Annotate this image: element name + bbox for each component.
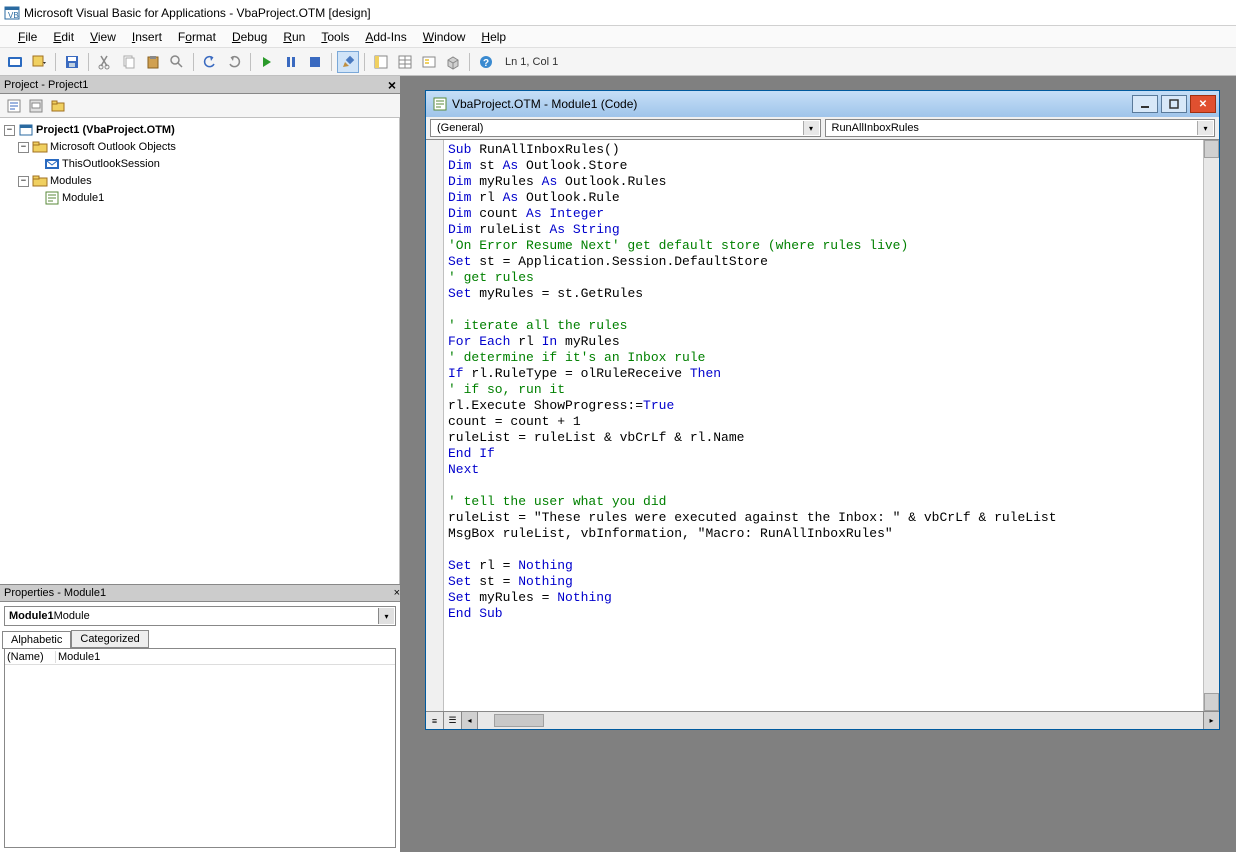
code-window: VbaProject.OTM - Module1 (Code) ✕ (Gener… — [425, 90, 1220, 730]
code-window-title: VbaProject.OTM - Module1 (Code) — [452, 97, 637, 111]
menubar: File Edit View Insert Format Debug Run T… — [0, 26, 1236, 48]
svg-text:?: ? — [483, 58, 489, 69]
app-titlebar: VB Microsoft Visual Basic for Applicatio… — [0, 0, 1236, 26]
object-browser-button[interactable] — [418, 51, 440, 73]
tree-toggle-icon[interactable]: − — [18, 142, 29, 153]
properties-grid[interactable]: (Name) Module1 — [4, 648, 396, 848]
save-button[interactable] — [61, 51, 83, 73]
full-module-view-button[interactable]: ☰ — [444, 712, 462, 729]
menu-format[interactable]: Format — [170, 28, 224, 46]
code-margin — [426, 140, 444, 711]
menu-tools[interactable]: Tools — [313, 28, 357, 46]
menu-help[interactable]: Help — [473, 28, 514, 46]
tab-categorized[interactable]: Categorized — [71, 630, 148, 648]
code-text[interactable]: Sub RunAllInboxRules() Dim st As Outlook… — [444, 140, 1203, 711]
undo-button[interactable] — [199, 51, 221, 73]
view-code-button[interactable] — [4, 96, 24, 116]
properties-tabs: Alphabetic Categorized — [0, 630, 400, 648]
property-row[interactable]: (Name) Module1 — [5, 649, 395, 665]
paste-button[interactable] — [142, 51, 164, 73]
tree-toggle-icon[interactable]: − — [18, 176, 29, 187]
mdi-area: VbaProject.OTM - Module1 (Code) ✕ (Gener… — [400, 76, 1236, 852]
properties-title: Properties - Module1 — [4, 587, 106, 599]
tree-modules-label: Modules — [50, 175, 92, 187]
vertical-scrollbar[interactable] — [1203, 140, 1219, 711]
menu-debug[interactable]: Debug — [224, 28, 275, 46]
property-name: (Name) — [5, 651, 55, 663]
project-toolbar — [0, 94, 400, 118]
view-outlook-button[interactable] — [4, 51, 26, 73]
code-footer: ≡ ☰ ◂ ▸ — [426, 711, 1219, 729]
tree-project-root[interactable]: − Project1 (VbaProject.OTM) — [4, 122, 395, 138]
toolbox-button[interactable] — [442, 51, 464, 73]
tree-modules-folder[interactable]: − Modules — [4, 173, 395, 189]
cursor-position-label: Ln 1, Col 1 — [505, 56, 558, 68]
menu-addins[interactable]: Add-Ins — [357, 28, 414, 46]
procedure-view-button[interactable]: ≡ — [426, 712, 444, 729]
left-panel: Project - Project1 × − Project1 (VbaProj… — [0, 76, 400, 852]
close-button[interactable]: ✕ — [1190, 95, 1216, 113]
properties-window-button[interactable] — [394, 51, 416, 73]
break-button[interactable] — [280, 51, 302, 73]
run-button[interactable] — [256, 51, 278, 73]
tree-toggle-icon[interactable]: − — [4, 125, 15, 136]
tree-module1[interactable]: Module1 — [4, 190, 395, 206]
outlook-icon — [44, 156, 60, 172]
view-object-button[interactable] — [26, 96, 46, 116]
project-icon — [18, 122, 34, 138]
menu-file[interactable]: File — [10, 28, 45, 46]
svg-text:VB: VB — [8, 11, 19, 20]
find-button[interactable] — [166, 51, 188, 73]
module-icon — [44, 190, 60, 206]
tree-outlook-label: Microsoft Outlook Objects — [50, 141, 176, 153]
properties-object-selector[interactable]: Module1 Module ▾ — [4, 606, 396, 626]
design-mode-button[interactable] — [337, 51, 359, 73]
tree-module1-label: Module1 — [62, 192, 104, 204]
project-panel-title: Project - Project1 — [4, 79, 88, 91]
menu-edit[interactable]: Edit — [45, 28, 82, 46]
folder-icon — [32, 173, 48, 189]
menu-insert[interactable]: Insert — [124, 28, 170, 46]
code-selector-bar: (General) ▾ RunAllInboxRules ▾ — [426, 117, 1219, 139]
tree-session-label: ThisOutlookSession — [62, 158, 160, 170]
redo-button[interactable] — [223, 51, 245, 73]
app-icon: VB — [4, 5, 20, 21]
properties-panel-header: Properties - Module1 × — [0, 584, 400, 602]
chevron-down-icon[interactable]: ▾ — [378, 608, 394, 624]
tree-root-label: Project1 (VbaProject.OTM) — [36, 124, 175, 136]
app-title: Microsoft Visual Basic for Applications … — [24, 6, 371, 20]
insert-dropdown-button[interactable] — [28, 51, 50, 73]
reset-button[interactable] — [304, 51, 326, 73]
tab-alphabetic[interactable]: Alphabetic — [2, 631, 71, 649]
menu-run[interactable]: Run — [275, 28, 313, 46]
procedure-selector[interactable]: RunAllInboxRules ▾ — [825, 119, 1216, 137]
tree-outlook-folder[interactable]: − Microsoft Outlook Objects — [4, 139, 395, 155]
toggle-folders-button[interactable] — [48, 96, 68, 116]
cut-button[interactable] — [94, 51, 116, 73]
code-window-titlebar[interactable]: VbaProject.OTM - Module1 (Code) ✕ — [426, 91, 1219, 117]
object-selector[interactable]: (General) ▾ — [430, 119, 821, 137]
chevron-down-icon[interactable]: ▾ — [1197, 121, 1213, 135]
property-value[interactable]: Module1 — [55, 651, 395, 663]
horizontal-scrollbar[interactable] — [478, 712, 1203, 729]
chevron-down-icon[interactable]: ▾ — [803, 121, 819, 135]
menu-view[interactable]: View — [82, 28, 124, 46]
project-explorer-button[interactable] — [370, 51, 392, 73]
project-panel-header: Project - Project1 × — [0, 76, 400, 94]
minimize-button[interactable] — [1132, 95, 1158, 113]
project-tree[interactable]: − Project1 (VbaProject.OTM) − Microsoft … — [0, 118, 400, 584]
tree-this-outlook-session[interactable]: ThisOutlookSession — [4, 156, 395, 172]
help-button[interactable]: ? — [475, 51, 497, 73]
project-panel-close-button[interactable]: × — [384, 77, 400, 93]
copy-button[interactable] — [118, 51, 140, 73]
folder-icon — [32, 139, 48, 155]
code-editor[interactable]: Sub RunAllInboxRules() Dim st As Outlook… — [426, 139, 1219, 711]
scroll-right-button[interactable]: ▸ — [1203, 712, 1219, 729]
main-toolbar: ? Ln 1, Col 1 — [0, 48, 1236, 76]
module-icon — [432, 96, 448, 112]
maximize-button[interactable] — [1161, 95, 1187, 113]
scroll-left-button[interactable]: ◂ — [462, 712, 478, 729]
menu-window[interactable]: Window — [415, 28, 474, 46]
